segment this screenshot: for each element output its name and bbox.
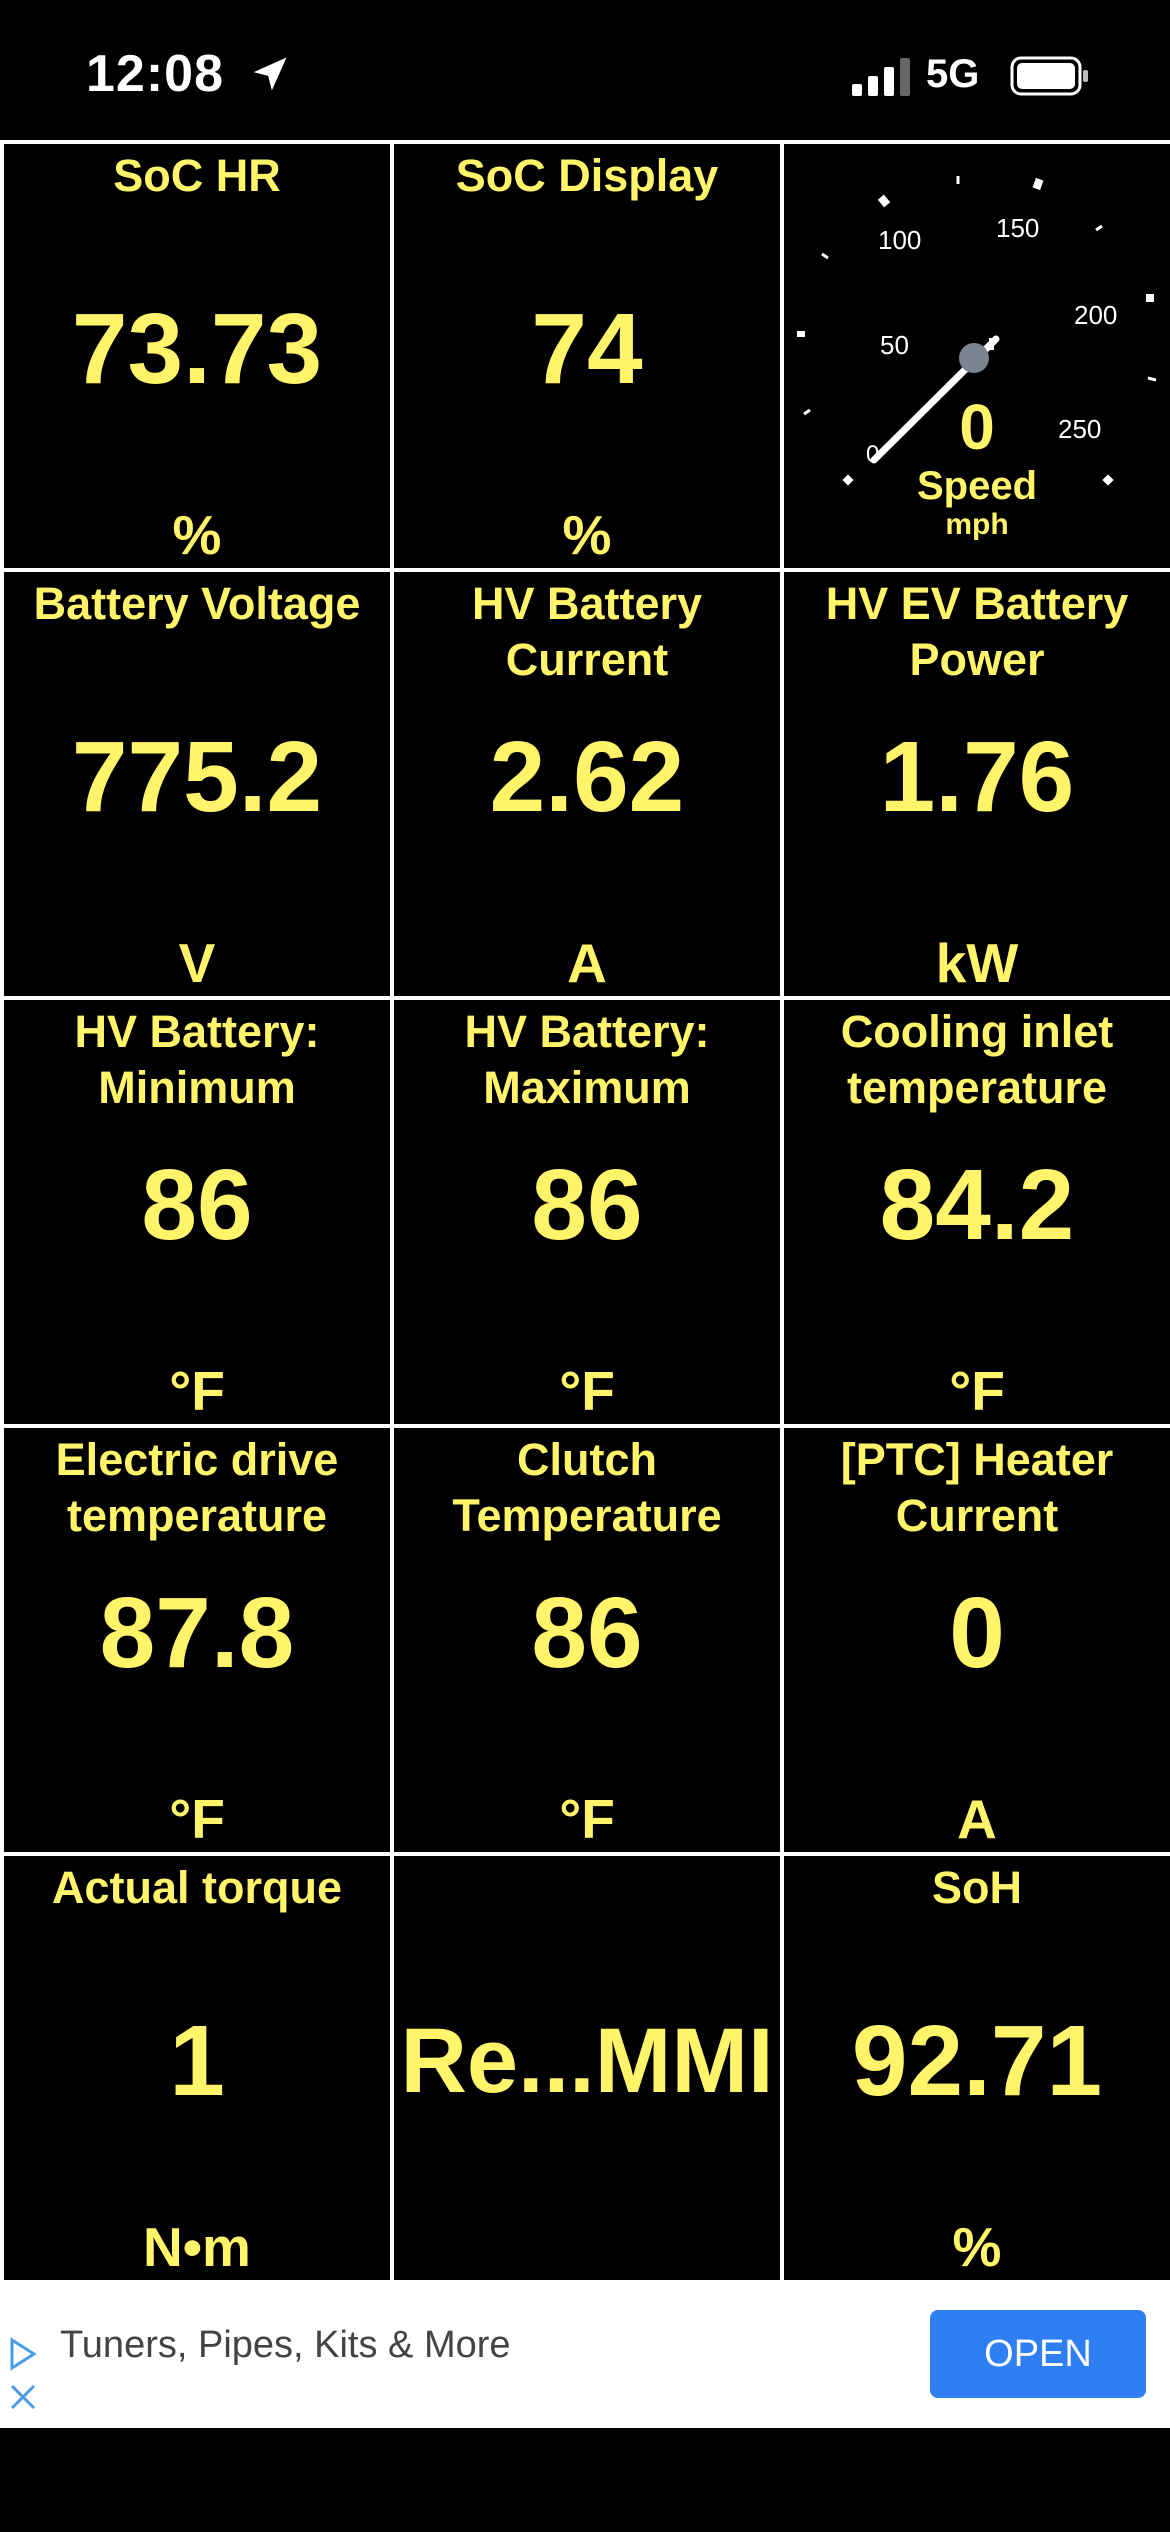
tile-label: Battery Voltage bbox=[33, 578, 361, 629]
tile-mmi[interactable]: Re...MMI bbox=[394, 1856, 780, 2280]
gauge-tick-label: 250 bbox=[1058, 414, 1101, 444]
tile-hv-battery-current[interactable]: HV Battery Current 2.62 A bbox=[394, 572, 780, 996]
speed-gauge: 50 100 150 200 250 0 0 Speed mph bbox=[797, 176, 1157, 541]
tile-unit: V bbox=[178, 932, 216, 994]
tile-value: 1 bbox=[169, 2005, 225, 2117]
tile-label: Electric drive temperature bbox=[55, 1434, 339, 1541]
tile-label: Clutch Temperature bbox=[452, 1434, 722, 1541]
tile-label: SoC HR bbox=[113, 150, 281, 201]
tile-unit: N•m bbox=[143, 2216, 251, 2278]
gauge-tick bbox=[842, 474, 854, 486]
dashboard-grid: SoC HR 73.73 % SoC Display 74 % 50 100 1… bbox=[0, 140, 1170, 2280]
tile-soc-display[interactable]: SoC Display 74 % bbox=[394, 144, 780, 568]
tile-unit: A bbox=[957, 1788, 997, 1850]
status-time: 12:08 bbox=[86, 45, 224, 103]
tile-battery-voltage[interactable]: Battery Voltage 775.2 V bbox=[4, 572, 390, 996]
tile-label: Cooling inlet temperature bbox=[840, 1006, 1114, 1113]
tile-value: 92.71 bbox=[851, 2005, 1103, 2117]
tile-unit: °F bbox=[559, 1788, 615, 1850]
tile-unit: °F bbox=[169, 1360, 225, 1422]
tile-unit: °F bbox=[559, 1360, 615, 1422]
ad-text[interactable]: Tuners, Pipes, Kits & More bbox=[60, 2324, 511, 2367]
tile-label: [PTC] Heater Current bbox=[840, 1434, 1114, 1541]
gauge-tick bbox=[1032, 177, 1044, 191]
tile-label: Actual torque bbox=[51, 1862, 343, 1913]
tile-unit: kW bbox=[935, 932, 1019, 994]
gauge-tick-label: 150 bbox=[996, 213, 1039, 243]
gauge-hub bbox=[959, 343, 989, 373]
tile-value: 73.73 bbox=[71, 293, 323, 405]
tile-soc-hr[interactable]: SoC HR 73.73 % bbox=[4, 144, 390, 568]
tile-value: Re...MMI bbox=[400, 2010, 774, 2112]
tile-value: 86 bbox=[531, 1149, 643, 1261]
gauge-value: 0 bbox=[959, 391, 995, 463]
tile-ptc-heater-current[interactable]: [PTC] Heater Current 0 A bbox=[784, 1428, 1170, 1852]
ad-open-button[interactable]: OPEN bbox=[930, 2310, 1146, 2398]
tile-hv-ev-battery-power[interactable]: HV EV Battery Power 1.76 kW bbox=[784, 572, 1170, 996]
tile-value: 1.76 bbox=[879, 721, 1075, 833]
tile-value: 74 bbox=[531, 293, 643, 405]
gauge-tick-label: 200 bbox=[1074, 300, 1117, 330]
battery-icon bbox=[1010, 56, 1088, 96]
gauge-minor-tick bbox=[803, 408, 811, 416]
tile-value: 0 bbox=[949, 1577, 1005, 1689]
location-arrow-icon bbox=[253, 57, 287, 91]
gauge-tick bbox=[1146, 294, 1154, 302]
gauge-tick bbox=[797, 331, 805, 337]
tile-clutch-temperature[interactable]: Clutch Temperature 86 °F bbox=[394, 1428, 780, 1852]
tile-label: HV Battery Current bbox=[471, 578, 703, 685]
tile-electric-drive-temperature[interactable]: Electric drive temperature 87.8 °F bbox=[4, 1428, 390, 1852]
gauge-unit: mph bbox=[945, 508, 1008, 541]
gauge-minor-tick bbox=[821, 252, 829, 260]
tile-value: 2.62 bbox=[489, 721, 685, 833]
gauge-tick bbox=[877, 194, 891, 208]
status-bar: 12:08 5G bbox=[0, 0, 1170, 140]
close-icon[interactable] bbox=[8, 2382, 38, 2412]
tile-soh[interactable]: SoH 92.71 % bbox=[784, 1856, 1170, 2280]
tile-unit: °F bbox=[949, 1360, 1005, 1422]
tile-value: 86 bbox=[141, 1149, 253, 1261]
gauge-label: Speed bbox=[917, 464, 1037, 508]
tile-unit: °F bbox=[169, 1788, 225, 1850]
ad-banner[interactable]: Tuners, Pipes, Kits & More OPEN bbox=[0, 2280, 1170, 2428]
gauge-tick bbox=[1102, 474, 1114, 486]
tile-unit: % bbox=[952, 2216, 1002, 2278]
gauge-tick-label: 100 bbox=[878, 225, 921, 255]
tile-label: SoH bbox=[932, 1862, 1022, 1913]
tile-speed-gauge[interactable]: 50 100 150 200 250 0 0 Speed mph bbox=[784, 144, 1170, 568]
cellular-signal-icon bbox=[852, 58, 910, 96]
ad-choices-icon[interactable] bbox=[8, 2336, 38, 2372]
tile-label: HV EV Battery Power bbox=[825, 578, 1129, 685]
network-type: 5G bbox=[926, 52, 980, 96]
gauge-minor-tick bbox=[1095, 224, 1103, 232]
tile-actual-torque[interactable]: Actual torque 1 N•m bbox=[4, 1856, 390, 2280]
tile-unit: % bbox=[562, 504, 612, 566]
gauge-tick-label: 50 bbox=[880, 330, 909, 360]
tile-cooling-inlet-temperature[interactable]: Cooling inlet temperature 84.2 °F bbox=[784, 1000, 1170, 1424]
tile-unit: A bbox=[567, 932, 607, 994]
tile-value: 775.2 bbox=[71, 721, 323, 833]
tile-label: SoC Display bbox=[455, 150, 719, 201]
tile-label: HV Battery: Maximum bbox=[464, 1006, 710, 1113]
tile-hv-battery-minimum[interactable]: HV Battery: Minimum 86 °F bbox=[4, 1000, 390, 1424]
tile-hv-battery-maximum[interactable]: HV Battery: Maximum 86 °F bbox=[394, 1000, 780, 1424]
tile-value: 87.8 bbox=[99, 1577, 295, 1689]
tile-value: 86 bbox=[531, 1577, 643, 1689]
tile-value: 84.2 bbox=[879, 1149, 1075, 1261]
tile-label: HV Battery: Minimum bbox=[74, 1006, 320, 1113]
tile-unit: % bbox=[172, 504, 222, 566]
gauge-minor-tick bbox=[1147, 376, 1157, 382]
